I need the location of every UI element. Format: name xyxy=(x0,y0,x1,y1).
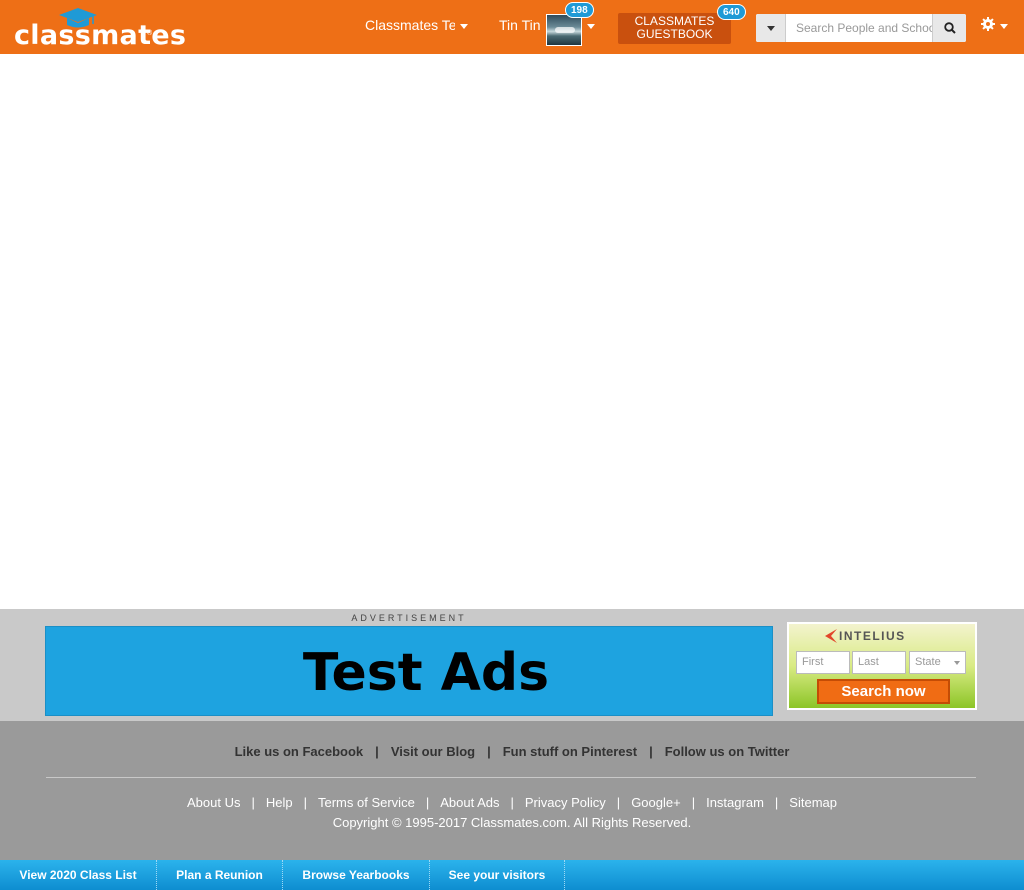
browse-yearbooks-link[interactable]: Browse Yearbooks xyxy=(283,860,430,890)
logo-text: classmates xyxy=(14,20,187,51)
caret-down-icon xyxy=(954,661,960,665)
social-links: Like us on Facebook | Visit our Blog | Fun s… xyxy=(234,744,790,759)
advertisement-label: ADVERTISEMENT xyxy=(351,613,467,623)
footer-divider xyxy=(46,777,976,778)
first-name-field[interactable]: First xyxy=(796,651,850,674)
caret-down-icon xyxy=(767,26,775,31)
terms-link[interactable]: Terms of Service xyxy=(318,795,415,810)
caret-down-icon[interactable] xyxy=(460,24,468,29)
view-class-list-link[interactable]: View 2020 Class List xyxy=(0,860,157,890)
gear-icon[interactable] xyxy=(981,17,995,31)
search-bar xyxy=(756,14,966,42)
avatar-image-detail xyxy=(555,27,575,33)
sitemap-link[interactable]: Sitemap xyxy=(789,795,837,810)
caret-down-icon[interactable] xyxy=(1000,24,1008,29)
top-header: classmates ® Classmates Te Tin Tin 198 C… xyxy=(0,0,1024,54)
search-input[interactable] xyxy=(787,14,932,42)
see-visitors-link[interactable]: See your visitors xyxy=(430,860,565,890)
state-select-label: State xyxy=(915,656,941,668)
page: classmates ® Classmates Te Tin Tin 198 C… xyxy=(0,0,1024,890)
profile-notification-badge: 198 xyxy=(565,2,594,18)
facebook-link[interactable]: Like us on Facebook xyxy=(235,744,364,759)
state-select[interactable]: State xyxy=(909,651,966,674)
guestbook-button[interactable]: CLASSMATES GUESTBOOK xyxy=(618,13,731,44)
twitter-link[interactable]: Follow us on Twitter xyxy=(665,744,790,759)
search-now-button[interactable]: Search now xyxy=(817,679,950,704)
footer: Like us on Facebook | Visit our Blog | Fun s… xyxy=(0,721,1024,860)
intelius-brand: INTELIUS xyxy=(839,629,906,643)
plan-reunion-link[interactable]: Plan a Reunion xyxy=(157,860,283,890)
search-button[interactable] xyxy=(932,14,966,42)
search-type-dropdown[interactable] xyxy=(756,14,786,42)
footer-links: About Us | Help | Terms of Service | About Ads… xyxy=(186,795,837,810)
last-name-field[interactable]: Last xyxy=(852,651,906,674)
classmates-logo[interactable]: classmates ® xyxy=(14,8,186,51)
nav-classmates-menu[interactable]: Classmates Te xyxy=(365,17,455,33)
ad-banner-text: Test Ads xyxy=(302,643,550,703)
blog-link[interactable]: Visit our Blog xyxy=(391,744,475,759)
nav-user-menu[interactable]: Tin Tin xyxy=(499,17,542,33)
privacy-link[interactable]: Privacy Policy xyxy=(525,795,606,810)
intelius-logo-icon xyxy=(825,629,837,643)
instagram-link[interactable]: Instagram xyxy=(706,795,764,810)
search-icon xyxy=(944,22,956,34)
bottom-action-bar: View 2020 Class List Plan a Reunion Brow… xyxy=(0,860,1024,890)
guestbook-label-line2: GUESTBOOK xyxy=(636,27,713,41)
google-plus-link[interactable]: Google+ xyxy=(631,795,681,810)
copyright-text: Copyright © 1995-2017 Classmates.com. Al… xyxy=(332,815,692,830)
about-us-link[interactable]: About Us xyxy=(187,795,240,810)
pinterest-link[interactable]: Fun stuff on Pinterest xyxy=(503,744,637,759)
intelius-ad[interactable]: INTELIUS First Last State Search now xyxy=(787,622,977,710)
advertisement-section: ADVERTISEMENT Test Ads INTELIUS First La… xyxy=(0,609,1024,721)
help-link[interactable]: Help xyxy=(266,795,293,810)
guestbook-count-badge: 640 xyxy=(717,4,746,20)
caret-down-icon[interactable] xyxy=(587,24,595,29)
about-ads-link[interactable]: About Ads xyxy=(440,795,499,810)
logo-registered-mark: ® xyxy=(147,30,153,37)
test-ad-banner[interactable]: Test Ads xyxy=(45,626,773,716)
